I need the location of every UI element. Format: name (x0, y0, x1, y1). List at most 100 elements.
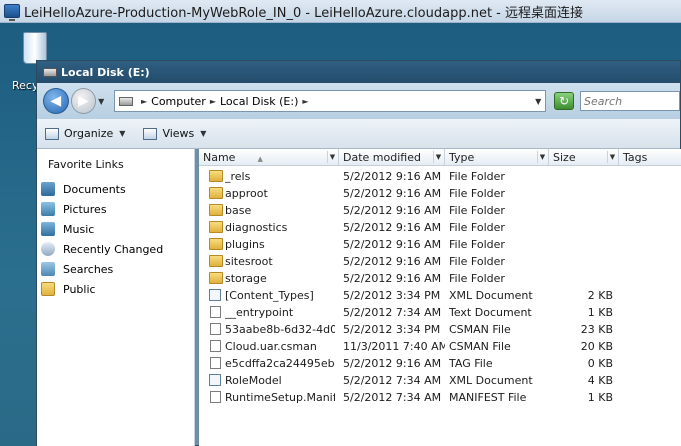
column-header-tags[interactable]: Tags (619, 149, 681, 166)
xml-document-icon (209, 374, 221, 386)
file-name: 53aabe8b-6d32-4d0... (225, 323, 335, 336)
remote-desktop-title-bar[interactable]: LeiHelloAzure-Production-MyWebRole_IN_0 … (0, 0, 681, 23)
refresh-button[interactable]: ↻ (554, 92, 575, 110)
window-title: Local Disk (E:) (61, 65, 150, 79)
nav-item-music[interactable]: Music (41, 219, 191, 239)
file-row[interactable]: storage 5/2/2012 9:16 AM File Folder (199, 270, 681, 287)
file-name: sitesroot (225, 255, 273, 268)
folder-icon (209, 272, 223, 284)
file-type: XML Document (449, 289, 533, 302)
file-row[interactable]: e5cdffa2ca24495eb... 5/2/2012 9:16 AM TAG … (199, 355, 681, 372)
column-size-label: Size (553, 151, 576, 164)
column-type-label: Type (449, 151, 475, 164)
search-input[interactable] (580, 91, 681, 111)
document-icon (210, 323, 221, 335)
nav-item-label: Recently Changed (63, 242, 164, 256)
organize-button[interactable]: Organize ▼ (45, 127, 125, 140)
sort-ascending-icon: ▲ (257, 155, 263, 163)
column-header-name[interactable]: Name ▲ ▼ (199, 149, 339, 166)
file-date-modified: 5/2/2012 9:16 AM (343, 255, 442, 268)
file-name: Cloud.uar.csman (225, 340, 317, 353)
file-list: Name ▲ ▼ Date modified ▼ Type ▼ Size ▼ Ta… (199, 149, 681, 446)
nav-item-label: Documents (63, 182, 126, 196)
documents-icon (41, 182, 55, 196)
folder-icon (209, 187, 223, 199)
nav-item-recently-changed[interactable]: Recently Changed (41, 239, 191, 259)
file-type: TAG File (449, 357, 493, 370)
chevron-down-icon[interactable]: ▼ (607, 151, 617, 163)
file-date-modified: 5/2/2012 3:34 PM (343, 323, 441, 336)
nav-item-documents[interactable]: Documents (41, 179, 191, 199)
command-toolbar: Organize ▼ Views ▼ (37, 119, 680, 149)
back-button[interactable]: ◀ (43, 88, 69, 114)
organize-label: Organize (64, 127, 114, 140)
file-size: 0 KB (587, 357, 613, 370)
chevron-down-icon: ▼ (200, 129, 207, 138)
file-row[interactable]: sitesroot 5/2/2012 9:16 AM File Folder (199, 253, 681, 270)
file-row[interactable]: RoleModel 5/2/2012 7:34 AM XML Document 4 K… (199, 372, 681, 389)
navigation-pane: Favorite Links Documents Pictures Music … (37, 149, 195, 446)
chevron-right-icon[interactable]: ► (210, 97, 216, 106)
file-row[interactable]: approot 5/2/2012 9:16 AM File Folder (199, 185, 681, 202)
nav-item-label: Public (63, 282, 96, 296)
column-headers: Name ▲ ▼ Date modified ▼ Type ▼ Size ▼ Ta… (199, 149, 681, 166)
favorite-links-heading: Favorite Links (48, 158, 124, 171)
nav-item-label: Searches (63, 262, 114, 276)
file-row[interactable]: RuntimeSetup.Manifest 5/2/2012 7:34 AM MAN… (199, 389, 681, 406)
file-row[interactable]: [Content_Types] 5/2/2012 3:34 PM XML Docum… (199, 287, 681, 304)
file-row[interactable]: _rels 5/2/2012 9:16 AM File Folder (199, 168, 681, 185)
folder-icon (209, 221, 223, 233)
column-tags-label: Tags (623, 151, 648, 164)
file-type: CSMAN File (449, 340, 511, 353)
forward-button[interactable]: ▶ (70, 88, 97, 114)
chevron-down-icon[interactable]: ▼ (327, 151, 337, 163)
nav-item-searches[interactable]: Searches (41, 259, 191, 279)
file-size: 1 KB (587, 391, 613, 404)
chevron-down-icon[interactable]: ▼ (433, 151, 443, 163)
breadcrumb-computer[interactable]: Computer (151, 95, 206, 108)
file-size: 23 KB (580, 323, 613, 336)
file-name: RoleModel (225, 374, 282, 387)
file-size: 2 KB (587, 289, 613, 302)
file-type: MANIFEST File (449, 391, 527, 404)
file-row[interactable]: __entrypoint 5/2/2012 7:34 AM Text Documen… (199, 304, 681, 321)
folder-icon (209, 204, 223, 216)
column-header-size[interactable]: Size ▼ (549, 149, 619, 166)
breadcrumb[interactable]: ► Computer ► Local Disk (E:) ► ▼ (113, 90, 547, 112)
window-title-bar[interactable]: Local Disk (E:) (37, 61, 680, 83)
file-row[interactable]: base 5/2/2012 9:16 AM File Folder (199, 202, 681, 219)
address-dropdown-icon[interactable]: ▼ (535, 97, 541, 106)
computer-icon (118, 96, 133, 106)
nav-item-pictures[interactable]: Pictures (41, 199, 191, 219)
folder-icon (209, 255, 223, 267)
file-type: File Folder (449, 238, 505, 251)
remote-desktop-icon (4, 4, 20, 21)
column-header-date[interactable]: Date modified ▼ (339, 149, 445, 166)
file-row[interactable]: Cloud.uar.csman 11/3/2011 7:40 AM CSMAN Fi… (199, 338, 681, 355)
file-name: e5cdffa2ca24495eb... (225, 357, 335, 370)
music-icon (41, 222, 55, 236)
views-label: Views (162, 127, 195, 140)
column-header-type[interactable]: Type ▼ (445, 149, 549, 166)
file-date-modified: 5/2/2012 9:16 AM (343, 187, 442, 200)
file-row[interactable]: 53aabe8b-6d32-4d0... 5/2/2012 3:34 PM CSMA… (199, 321, 681, 338)
file-row[interactable]: diagnostics 5/2/2012 9:16 AM File Folder (199, 219, 681, 236)
views-button[interactable]: Views ▼ (143, 127, 206, 140)
breadcrumb-local-disk[interactable]: Local Disk (E:) (220, 95, 298, 108)
xml-document-icon (209, 289, 221, 301)
file-date-modified: 11/3/2011 7:40 AM (343, 340, 445, 353)
file-type: Text Document (449, 306, 532, 319)
file-name: RuntimeSetup.Manifest (225, 391, 335, 404)
file-date-modified: 5/2/2012 9:16 AM (343, 272, 442, 285)
file-row[interactable]: plugins 5/2/2012 9:16 AM File Folder (199, 236, 681, 253)
recent-pages-dropdown[interactable]: ▼ (98, 97, 108, 106)
file-name: __entrypoint (225, 306, 294, 319)
file-type: File Folder (449, 255, 505, 268)
file-type: File Folder (449, 187, 505, 200)
chevron-right-icon[interactable]: ► (302, 97, 308, 106)
nav-item-public[interactable]: Public (41, 279, 191, 299)
nav-item-label: Music (63, 222, 95, 236)
chevron-down-icon[interactable]: ▼ (537, 151, 547, 163)
file-name: base (225, 204, 252, 217)
chevron-right-icon[interactable]: ► (141, 97, 147, 106)
